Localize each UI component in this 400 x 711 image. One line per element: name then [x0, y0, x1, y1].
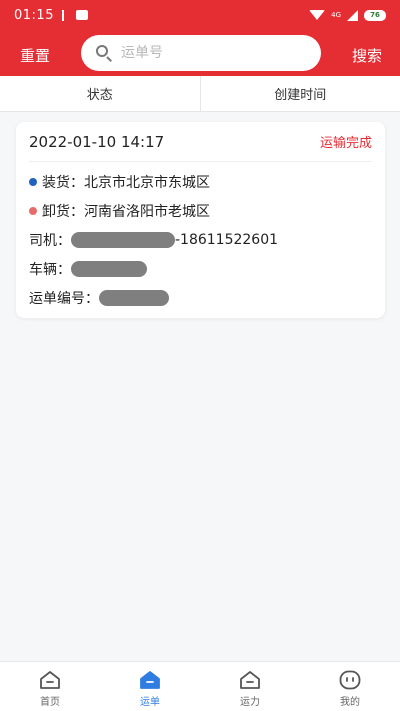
tab-capacity[interactable]: 运力 — [200, 662, 300, 711]
capacity-icon — [240, 671, 260, 689]
signal-icon — [347, 9, 358, 21]
filter-created-time[interactable]: 创建时间 — [199, 76, 400, 111]
status-time: 01:15 — [14, 7, 54, 23]
unload-label: 卸货： — [42, 204, 84, 220]
driver-phone: -18611522601 — [175, 232, 279, 248]
profile-icon — [339, 670, 361, 690]
load-row: 装货： 北京市北京市东城区 — [29, 172, 210, 192]
tab-home-label: 首页 — [40, 697, 60, 708]
search-button[interactable]: 搜索 — [352, 45, 382, 66]
usb-icon — [61, 9, 70, 21]
order-date: 2022-01-10 14:17 — [29, 132, 165, 151]
load-dot-icon — [29, 178, 37, 186]
bottom-tab-bar: 首页 运单 运力 我的 — [0, 661, 400, 711]
search-input[interactable] — [121, 45, 301, 61]
driver-name-redacted — [71, 232, 175, 248]
vehicle-plate-redacted — [71, 261, 147, 277]
reset-button[interactable]: 重置 — [20, 45, 50, 66]
driver-row: 司机： -18611522601 — [29, 230, 278, 250]
tab-home[interactable]: 首页 — [0, 662, 100, 711]
notification-icon — [75, 10, 88, 20]
order-card-header: 2022-01-10 14:17 运输完成 — [29, 122, 372, 162]
battery-icon: 76 — [364, 9, 386, 21]
wifi-icon — [309, 10, 326, 20]
load-label: 装货： — [42, 175, 84, 191]
waybill-icon — [140, 671, 160, 689]
tab-profile[interactable]: 我的 — [300, 662, 400, 711]
order-card[interactable]: 2022-01-10 14:17 运输完成 装货： 北京市北京市东城区 卸货： … — [16, 122, 385, 318]
unload-dot-icon — [29, 207, 37, 215]
unload-address: 河南省洛阳市老城区 — [84, 204, 210, 220]
driver-label: 司机： — [29, 233, 71, 249]
search-row: 重置 搜索 — [0, 30, 400, 76]
tab-capacity-label: 运力 — [240, 697, 260, 708]
waybill-label: 运单编号： — [29, 291, 99, 307]
tab-waybill-label: 运单 — [140, 697, 160, 708]
filter-row: 状态 创建时间 — [0, 76, 400, 112]
filter-status[interactable]: 状态 — [0, 76, 200, 111]
load-address: 北京市北京市东城区 — [84, 175, 210, 191]
vehicle-row: 车辆： — [29, 259, 147, 279]
status-right: 4G 76 — [309, 9, 386, 21]
tab-profile-label: 我的 — [340, 697, 360, 708]
network-label: 4G — [331, 11, 341, 19]
tab-waybill[interactable]: 运单 — [100, 662, 200, 711]
unload-row: 卸货： 河南省洛阳市老城区 — [29, 201, 210, 221]
vehicle-label: 车辆： — [29, 262, 71, 278]
search-box[interactable] — [81, 35, 321, 71]
order-status: 运输完成 — [319, 136, 372, 151]
search-icon — [95, 44, 113, 62]
waybill-number-redacted — [99, 290, 169, 306]
waybill-row: 运单编号： — [29, 288, 169, 308]
status-bar: 01:15 4G 76 — [0, 0, 400, 30]
home-icon — [40, 671, 60, 689]
app-header: 01:15 4G 76 重置 搜索 — [0, 0, 400, 76]
